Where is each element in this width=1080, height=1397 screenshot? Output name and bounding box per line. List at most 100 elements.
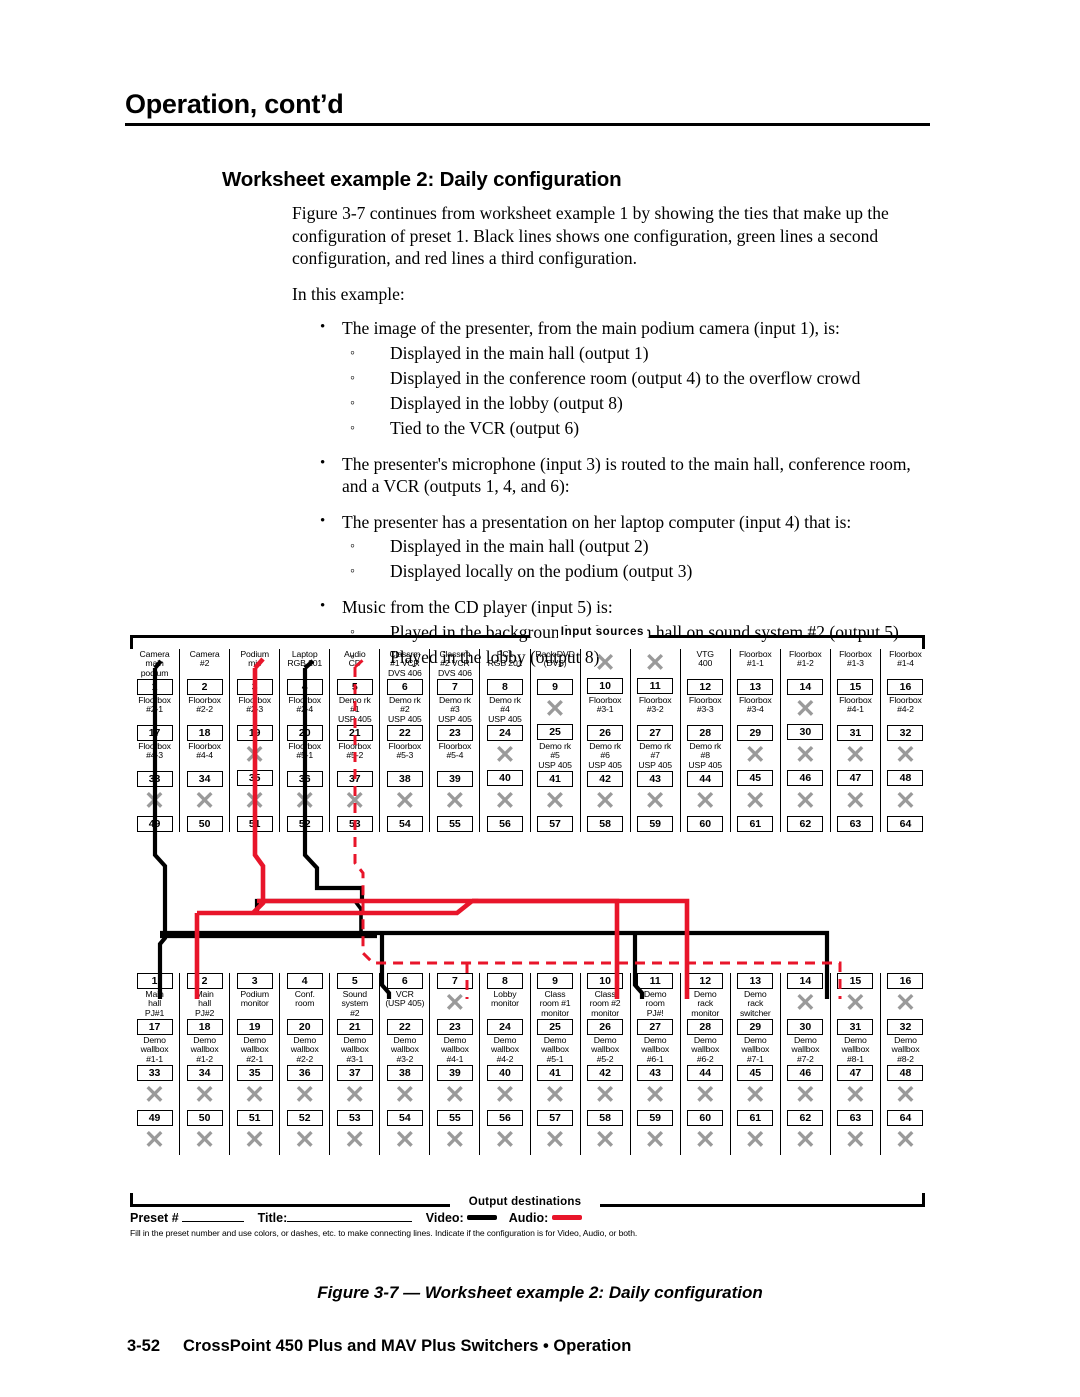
slot-number[interactable]: 20 xyxy=(286,1019,323,1035)
slot-number[interactable]: 61 xyxy=(737,1110,774,1126)
slot-cell[interactable]: 36 ✕ xyxy=(279,1065,330,1110)
slot-number[interactable]: 43 xyxy=(637,1065,674,1081)
slot-cell[interactable]: ✕ 48 xyxy=(879,741,930,787)
slot-cell[interactable]: ✕ 60 xyxy=(679,787,731,832)
slot-cell[interactable]: Demo rk #2 USP 405 22 xyxy=(379,695,430,741)
slot-cell[interactable]: Floorbox #3-4 29 xyxy=(729,695,781,741)
slot-cell[interactable]: 14 ✕ xyxy=(779,973,831,1019)
slot-cell[interactable]: 28 Demo wallbox #6-2 xyxy=(679,1019,731,1065)
slot-number[interactable]: 11 xyxy=(637,678,674,694)
slot-number[interactable]: 6 xyxy=(386,679,423,695)
slot-cell[interactable]: 19 Demo wallbox #2-1 xyxy=(229,1019,280,1065)
slot-cell[interactable]: Demo rk #3 USP 405 23 xyxy=(429,695,480,741)
slot-cell[interactable]: 40 ✕ xyxy=(479,1065,530,1110)
slot-number[interactable]: 13 xyxy=(737,679,774,695)
slot-cell[interactable]: ✕ 62 xyxy=(779,787,831,832)
slot-cell[interactable]: 22 Demo wallbox #3-2 xyxy=(379,1019,430,1065)
slot-number[interactable]: 36 xyxy=(286,1065,323,1081)
slot-number[interactable]: 33 xyxy=(136,1065,173,1081)
slot-cell[interactable]: 63 ✕ xyxy=(829,1110,881,1155)
slot-cell[interactable]: ✕ 50 xyxy=(179,787,230,832)
slot-cell[interactable]: 59 ✕ xyxy=(629,1110,681,1155)
slot-cell[interactable]: Floorbox #2-2 18 xyxy=(179,695,230,741)
slot-number[interactable]: 28 xyxy=(687,1019,724,1035)
slot-cell[interactable]: 10 Class room #2 monitor xyxy=(579,973,631,1019)
slot-number[interactable]: 11 xyxy=(637,973,674,989)
slot-cell[interactable]: ✕ 59 xyxy=(629,787,681,832)
slot-cell[interactable]: 4 Conf. room xyxy=(279,973,330,1019)
slot-number[interactable]: 12 xyxy=(687,679,724,695)
slot-number[interactable]: 10 xyxy=(587,678,624,694)
slot-number[interactable]: 17 xyxy=(136,1019,173,1035)
slot-cell[interactable]: 26 Demo wallbox #5-2 xyxy=(579,1019,631,1065)
slot-number[interactable]: 22 xyxy=(386,725,423,741)
slot-number[interactable]: 7 xyxy=(436,973,473,989)
slot-cell[interactable]: 42 ✕ xyxy=(579,1065,631,1110)
slot-cell[interactable]: Floorbox #4-3 33 xyxy=(130,741,180,787)
slot-number[interactable]: 22 xyxy=(386,1019,423,1035)
slot-number[interactable]: 55 xyxy=(436,816,473,832)
slot-number[interactable]: 50 xyxy=(186,816,223,832)
slot-cell[interactable]: Demo rk #5 USP 405 41 xyxy=(529,741,581,787)
slot-cell[interactable]: Classrm #1 VCR DVS 406 6 xyxy=(379,649,430,695)
slot-number[interactable]: 42 xyxy=(587,771,624,787)
slot-number[interactable]: 9 xyxy=(537,973,574,989)
slot-number[interactable]: 64 xyxy=(887,816,924,832)
slot-cell[interactable]: 50 ✕ xyxy=(179,1110,230,1155)
slot-number[interactable]: 37 xyxy=(336,771,373,787)
slot-cell[interactable]: 43 ✕ xyxy=(629,1065,681,1110)
slot-cell[interactable]: ✕ 46 xyxy=(779,741,831,787)
slot-number[interactable]: 14 xyxy=(787,679,824,695)
slot-number[interactable]: 50 xyxy=(186,1110,223,1126)
slot-cell[interactable]: 35 ✕ xyxy=(229,1065,280,1110)
slot-cell[interactable]: ✕ 52 xyxy=(279,787,330,832)
slot-number[interactable]: 34 xyxy=(186,1065,223,1081)
slot-number[interactable]: 21 xyxy=(336,1019,373,1035)
slot-cell[interactable]: 13 Demo rack switcher xyxy=(729,973,781,1019)
slot-cell[interactable]: 30 Demo wallbox #7-2 xyxy=(779,1019,831,1065)
slot-number[interactable]: 63 xyxy=(837,816,874,832)
slot-number[interactable]: 5 xyxy=(336,973,373,989)
slot-number[interactable]: 40 xyxy=(486,1065,523,1081)
slot-cell[interactable]: 23 Demo wallbox #4-1 xyxy=(429,1019,480,1065)
slot-cell[interactable]: 6 VCR (USP 405) xyxy=(379,973,430,1019)
slot-cell[interactable]: ✕ 25 xyxy=(529,695,581,741)
slot-number[interactable]: 40 xyxy=(486,770,523,786)
slot-number[interactable]: 7 xyxy=(436,679,473,695)
slot-number[interactable]: 23 xyxy=(436,725,473,741)
slot-cell[interactable]: Demo rk #8 USP 405 44 xyxy=(679,741,731,787)
slot-number[interactable]: 19 xyxy=(236,725,273,741)
slot-cell[interactable]: ✕ 45 xyxy=(729,741,781,787)
slot-number[interactable]: 25 xyxy=(537,1019,574,1035)
slot-cell[interactable]: 52 ✕ xyxy=(279,1110,330,1155)
slot-number[interactable]: 47 xyxy=(837,770,874,786)
slot-number[interactable]: 62 xyxy=(787,1110,824,1126)
slot-cell[interactable]: ✕ 55 xyxy=(429,787,480,832)
slot-number[interactable]: 15 xyxy=(837,973,874,989)
slot-number[interactable]: 27 xyxy=(637,1019,674,1035)
slot-number[interactable]: 45 xyxy=(737,770,774,786)
slot-number[interactable]: 9 xyxy=(537,679,574,695)
slot-number[interactable]: 32 xyxy=(887,1019,924,1035)
slot-number[interactable]: 47 xyxy=(837,1065,874,1081)
slot-cell[interactable]: Floorbox #1-2 14 xyxy=(779,649,831,695)
slot-cell[interactable]: Demo rk #7 USP 405 43 xyxy=(629,741,681,787)
slot-cell[interactable]: ✕ 57 xyxy=(529,787,581,832)
slot-cell[interactable]: 24 Demo wallbox #4-2 xyxy=(479,1019,530,1065)
slot-number[interactable]: 54 xyxy=(386,1110,423,1126)
slot-cell[interactable]: 41 ✕ xyxy=(529,1065,581,1110)
slot-number[interactable]: 19 xyxy=(236,1019,273,1035)
slot-number[interactable]: 15 xyxy=(837,679,874,695)
slot-cell[interactable]: Demo rk #6 USP 405 42 xyxy=(579,741,631,787)
slot-number[interactable]: 28 xyxy=(687,725,724,741)
slot-number[interactable]: 63 xyxy=(837,1110,874,1126)
slot-cell[interactable]: Classrm #2 VCR DVS 406 7 xyxy=(429,649,480,695)
slot-cell[interactable]: Floorbox #3-1 26 xyxy=(579,695,631,741)
slot-cell[interactable]: 49 ✕ xyxy=(130,1110,180,1155)
slot-cell[interactable]: 53 ✕ xyxy=(329,1110,380,1155)
slot-number[interactable]: 2 xyxy=(186,679,223,695)
slot-cell[interactable]: 16 ✕ xyxy=(879,973,930,1019)
slot-number[interactable]: 25 xyxy=(537,724,574,740)
slot-cell[interactable]: 54 ✕ xyxy=(379,1110,430,1155)
slot-number[interactable]: 16 xyxy=(887,973,924,989)
